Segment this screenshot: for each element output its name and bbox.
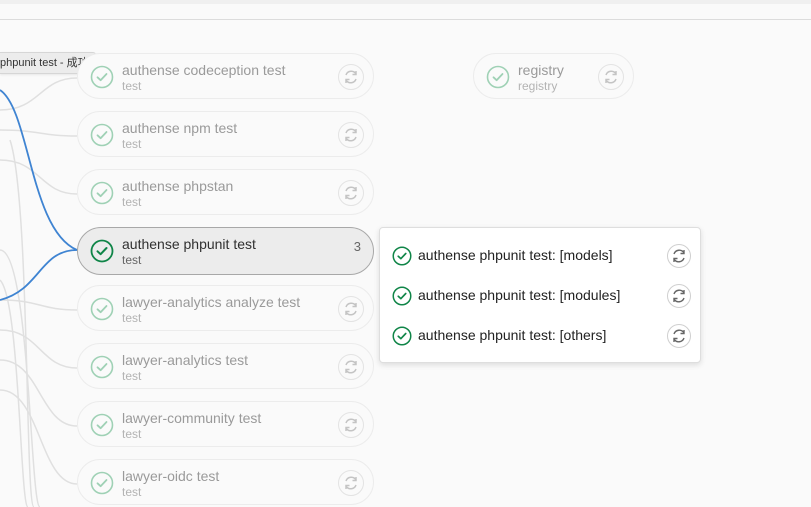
job-node[interactable]: authense npm test test (77, 111, 374, 157)
check-circle-icon (392, 286, 412, 306)
check-circle-icon (392, 326, 412, 346)
job-stage: test (122, 311, 142, 325)
retry-button[interactable] (338, 180, 364, 206)
job-name: lawyer-community test (122, 410, 262, 426)
job-name: authense npm test (122, 120, 238, 136)
retry-icon (345, 128, 357, 142)
retry-button[interactable] (338, 354, 364, 380)
dropdown-job-item[interactable]: authense phpunit test: [modules] (380, 276, 700, 316)
job-stage: test (122, 137, 142, 151)
job-node[interactable]: lawyer-oidc test test (77, 459, 374, 505)
retry-icon (605, 70, 617, 84)
job-stage: test (122, 427, 142, 441)
job-stage: test (122, 253, 142, 267)
job-node-active[interactable]: authense phpunit test test 3 (77, 227, 374, 275)
check-circle-icon (90, 239, 114, 263)
job-stage: registry (518, 79, 558, 93)
job-count-badge: 3 (353, 239, 361, 254)
retry-icon (345, 418, 357, 432)
job-name: authense phpstan (122, 178, 234, 194)
check-circle-icon (90, 65, 114, 89)
check-circle-icon (392, 246, 412, 266)
job-name: registry (518, 62, 564, 78)
retry-icon (345, 186, 357, 200)
retry-icon (673, 289, 685, 303)
retry-button[interactable] (598, 64, 624, 90)
retry-icon (345, 360, 357, 374)
check-circle-icon (90, 181, 114, 205)
retry-icon (673, 329, 685, 343)
job-node-registry[interactable]: registry registry (473, 53, 634, 99)
job-stage: test (122, 79, 142, 93)
check-circle-icon (90, 123, 114, 147)
job-stage: test (122, 195, 142, 209)
job-node[interactable]: lawyer-analytics test test (77, 343, 374, 389)
job-name: lawyer-oidc test (122, 468, 220, 484)
parallel-jobs-dropdown: authense phpunit test: [models] authense… (379, 227, 701, 363)
dropdown-job-item[interactable]: authense phpunit test: [others] (380, 316, 700, 356)
job-stage: test (122, 485, 142, 499)
check-circle-icon (90, 355, 114, 379)
retry-button[interactable] (667, 324, 691, 348)
dropdown-job-label: authense phpunit test: [modules] (418, 287, 621, 303)
job-node[interactable]: lawyer-analytics analyze test test (77, 285, 374, 331)
dropdown-job-label: authense phpunit test: [models] (418, 247, 613, 263)
job-node[interactable]: authense codeception test test (77, 53, 374, 99)
job-name: authense codeception test (122, 62, 286, 78)
job-node[interactable]: lawyer-community test test (77, 401, 374, 447)
job-name: authense phpunit test (122, 236, 256, 252)
retry-button[interactable] (338, 412, 364, 438)
check-circle-icon (486, 65, 510, 89)
retry-button[interactable] (667, 284, 691, 308)
retry-button[interactable] (338, 296, 364, 322)
check-circle-icon (90, 413, 114, 437)
job-name: lawyer-analytics analyze test (122, 294, 301, 310)
check-circle-icon (90, 297, 114, 321)
job-name: lawyer-analytics test (122, 352, 249, 368)
retry-icon (345, 70, 357, 84)
retry-icon (673, 249, 685, 263)
retry-button[interactable] (667, 244, 691, 268)
check-circle-icon (90, 471, 114, 495)
retry-icon (345, 302, 357, 316)
dropdown-job-label: authense phpunit test: [others] (418, 327, 607, 343)
dropdown-job-item[interactable]: authense phpunit test: [models] (380, 236, 700, 276)
job-node[interactable]: authense phpstan test (77, 169, 374, 215)
retry-icon (345, 476, 357, 490)
retry-button[interactable] (338, 122, 364, 148)
retry-button[interactable] (338, 470, 364, 496)
retry-button[interactable] (338, 64, 364, 90)
job-stage: test (122, 369, 142, 383)
